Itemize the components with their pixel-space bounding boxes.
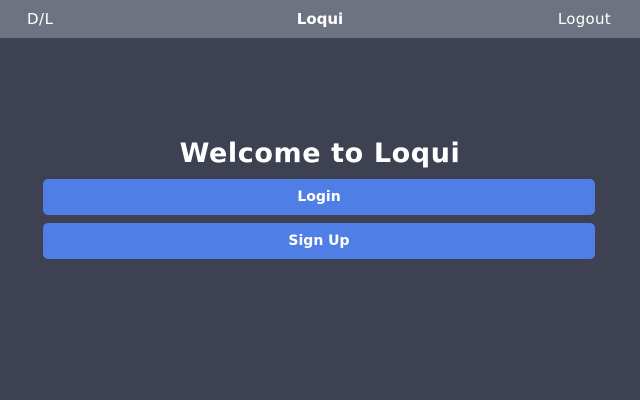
top-navigation-bar: D/L Loqui Logout xyxy=(0,0,640,38)
login-button[interactable]: Login xyxy=(43,179,595,215)
main-content: Welcome to Loqui Login Sign Up xyxy=(0,38,640,400)
signup-button[interactable]: Sign Up xyxy=(43,223,595,259)
logout-link[interactable]: Logout xyxy=(558,10,611,28)
welcome-heading: Welcome to Loqui xyxy=(179,138,461,169)
app-title: Loqui xyxy=(296,10,344,28)
